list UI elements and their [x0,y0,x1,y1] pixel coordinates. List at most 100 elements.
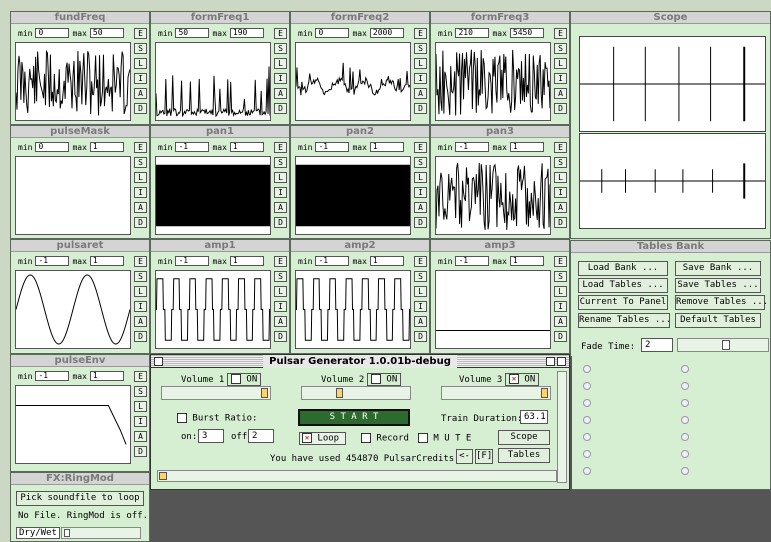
side-button-l[interactable]: L [414,58,427,69]
side-button-s[interactable]: S [414,157,427,168]
table-graph[interactable] [15,385,131,464]
table-graph[interactable] [435,42,551,121]
max-field[interactable]: 1 [509,142,544,152]
side-button-d[interactable]: D [414,331,427,342]
train-duration-field[interactable]: 63.1 [520,410,548,424]
dialog-titlebar[interactable]: Pulsar Generator 1.0.01b-debug [151,355,569,368]
table-graph[interactable] [15,156,131,235]
volume3-checkbox[interactable]: ✕ [509,374,519,384]
side-button-a[interactable]: A [414,202,427,213]
bank-slot-radio[interactable] [681,467,689,475]
start-button[interactable]: S T A R T [298,409,410,426]
side-button-d[interactable]: D [274,217,287,228]
side-button-i[interactable]: I [414,301,427,312]
table-graph[interactable] [295,42,411,121]
min-field[interactable]: -1 [315,256,350,266]
max-field[interactable]: 1 [89,142,124,152]
save-tables-button[interactable]: Save Tables ... [675,278,761,293]
bank-slot-radio[interactable] [583,365,591,373]
side-button-e[interactable]: E [274,142,287,153]
max-field[interactable]: 1 [89,371,124,381]
side-button-e[interactable]: E [414,28,427,39]
side-button-a[interactable]: A [134,316,147,327]
min-field[interactable]: -1 [455,142,490,152]
table-graph[interactable] [155,42,271,121]
side-button-l[interactable]: L [274,286,287,297]
side-button-s[interactable]: S [134,271,147,282]
scrollbar-thumb[interactable] [159,472,167,480]
min-field[interactable]: 0 [315,28,350,38]
min-field[interactable]: -1 [315,142,350,152]
volume1-slider[interactable] [161,386,271,400]
table-graph[interactable] [155,156,271,235]
side-button-a[interactable]: A [134,88,147,99]
side-button-i[interactable]: I [414,187,427,198]
min-field[interactable]: 0 [35,28,70,38]
table-graph[interactable] [15,42,131,121]
max-field[interactable]: 1 [89,256,124,266]
side-button-s[interactable]: S [274,157,287,168]
burst-on-field[interactable]: 3 [198,429,224,443]
side-button-a[interactable]: A [134,202,147,213]
default-tables-button[interactable]: Default Tables [675,313,761,328]
side-button-l[interactable]: L [554,286,567,297]
side-button-i[interactable]: I [134,301,147,312]
min-field[interactable]: -1 [35,256,70,266]
side-button-i[interactable]: I [414,73,427,84]
volume2-slider[interactable] [301,386,411,400]
bank-slot-radio[interactable] [583,382,591,390]
min-field[interactable]: 210 [455,28,490,38]
loop-checkbox[interactable]: ✕ [302,433,312,443]
side-button-a[interactable]: A [274,202,287,213]
back-button[interactable]: <- [456,449,473,464]
f-button[interactable]: [F] [475,449,493,464]
bank-slot-radio[interactable] [583,450,591,458]
side-button-e[interactable]: E [554,256,567,267]
side-button-l[interactable]: L [554,172,567,183]
zoom-box-icon[interactable] [546,357,555,366]
remove-tables-button[interactable]: Remove Tables ... [675,295,768,310]
side-button-d[interactable]: D [134,103,147,114]
scope-button[interactable]: Scope [498,430,550,445]
side-button-e[interactable]: E [274,28,287,39]
table-graph[interactable] [15,270,131,349]
bank-slot-radio[interactable] [681,382,689,390]
min-field[interactable]: -1 [175,142,210,152]
max-field[interactable]: 1 [229,142,264,152]
side-button-s[interactable]: S [134,157,147,168]
max-field[interactable]: 190 [229,28,264,38]
side-button-s[interactable]: S [274,271,287,282]
side-button-s[interactable]: S [274,43,287,54]
side-button-d[interactable]: D [414,103,427,114]
side-button-s[interactable]: S [134,43,147,54]
side-button-d[interactable]: D [134,446,147,457]
pick-soundfile-button[interactable]: Pick soundfile to loop [16,491,144,506]
side-button-e[interactable]: E [134,142,147,153]
burst-ratio-toggle[interactable]: Burst Ratio: [177,413,257,424]
max-field[interactable]: 1 [229,256,264,266]
collapse-box-icon[interactable] [557,357,566,366]
side-button-l[interactable]: L [554,58,567,69]
side-button-e[interactable]: E [134,256,147,267]
side-button-i[interactable]: I [274,301,287,312]
drywet-slider[interactable] [61,527,141,539]
side-button-s[interactable]: S [134,386,147,397]
table-graph[interactable] [155,270,271,349]
side-button-i[interactable]: I [554,301,567,312]
side-button-l[interactable]: L [134,172,147,183]
side-button-e[interactable]: E [414,256,427,267]
side-button-d[interactable]: D [414,217,427,228]
side-button-d[interactable]: D [274,331,287,342]
bank-slot-radio[interactable] [583,433,591,441]
close-box-icon[interactable] [154,357,163,366]
max-field[interactable]: 1 [369,142,404,152]
side-button-e[interactable]: E [554,142,567,153]
fade-time-slider[interactable] [677,338,769,352]
max-field[interactable]: 50 [89,28,124,38]
bank-slot-radio[interactable] [681,433,689,441]
side-button-a[interactable]: A [134,431,147,442]
side-button-a[interactable]: A [554,202,567,213]
side-button-s[interactable]: S [554,271,567,282]
side-button-s[interactable]: S [414,43,427,54]
side-button-l[interactable]: L [134,401,147,412]
